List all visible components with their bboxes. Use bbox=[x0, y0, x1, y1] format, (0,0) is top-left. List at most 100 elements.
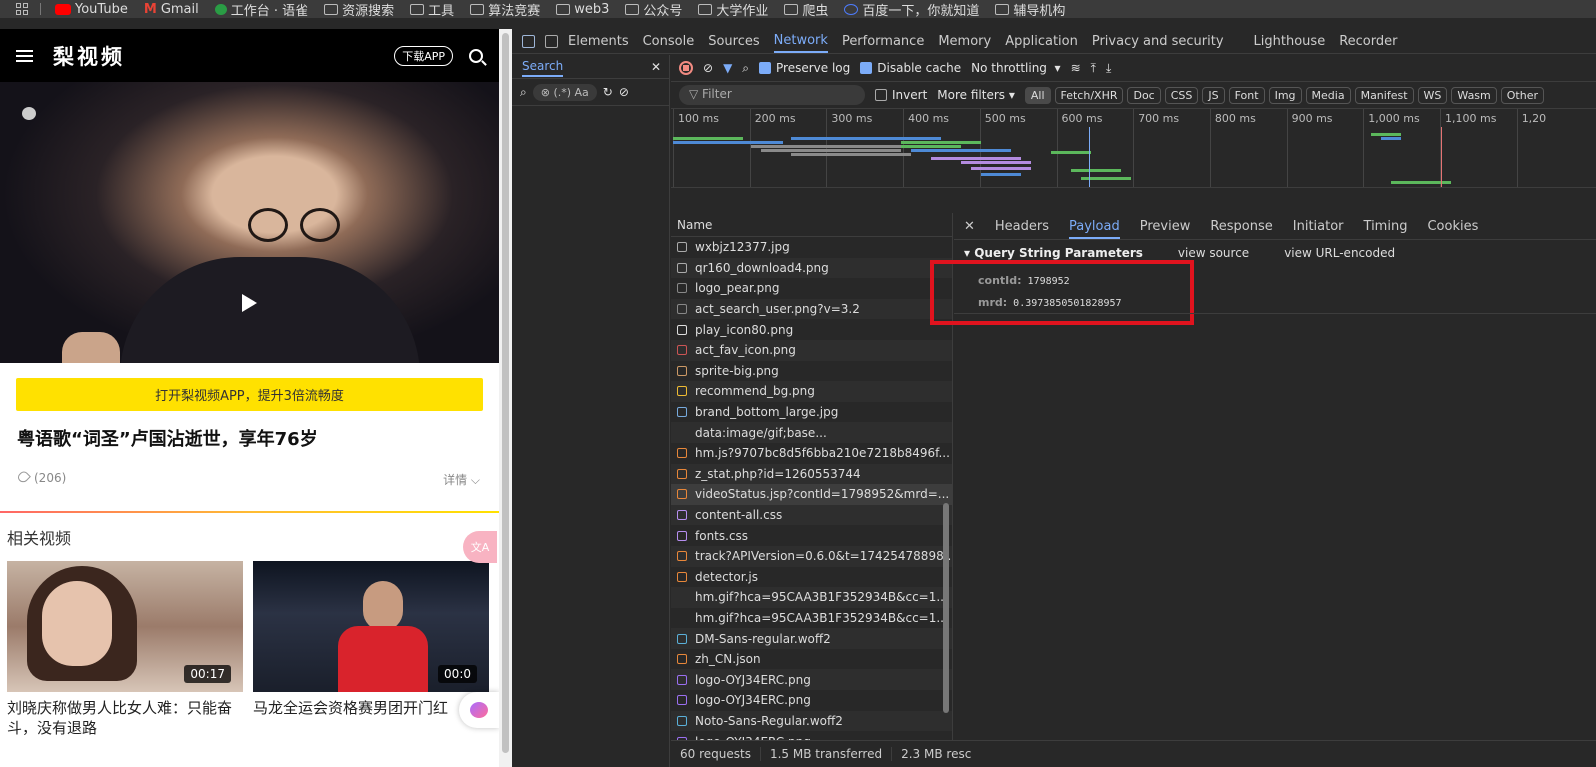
request-row[interactable]: logo_pear.png bbox=[671, 278, 952, 299]
request-row[interactable]: fonts.css bbox=[671, 525, 952, 546]
related-title[interactable]: 刘晓庆称做男人比女人难：只能奋斗，没有退路 bbox=[7, 698, 243, 738]
tab-elements[interactable]: Elements bbox=[568, 34, 629, 49]
play-icon[interactable] bbox=[242, 294, 257, 312]
tab-recorder[interactable]: Recorder bbox=[1339, 34, 1397, 49]
detail-tab-headers[interactable]: Headers bbox=[995, 219, 1049, 234]
view-url-encoded-link[interactable]: view URL-encoded bbox=[1284, 246, 1395, 260]
request-row[interactable]: logo-OYJ34ERC.png bbox=[671, 690, 952, 711]
clear-icon[interactable]: ⊘ bbox=[619, 85, 629, 99]
bookmark-folder[interactable]: web3 bbox=[556, 2, 609, 17]
bookmark-yuque[interactable]: 工作台 · 语雀 bbox=[214, 0, 308, 18]
scrollbar-thumb[interactable] bbox=[943, 503, 949, 713]
filter-icon[interactable]: ▼ bbox=[723, 61, 732, 75]
import-har-icon[interactable]: ⤒ bbox=[1091, 61, 1096, 76]
bookmark-folder[interactable]: 辅导机构 bbox=[995, 0, 1065, 18]
type-filter-manifest[interactable]: Manifest bbox=[1354, 86, 1414, 104]
type-filter-css[interactable]: CSS bbox=[1164, 86, 1199, 104]
menu-icon[interactable] bbox=[16, 49, 33, 62]
bookmark-folder[interactable]: 爬虫 bbox=[784, 0, 828, 18]
network-conditions-icon[interactable]: ≋ bbox=[1071, 61, 1081, 75]
apps-grid-icon[interactable] bbox=[16, 3, 28, 15]
record-icon[interactable] bbox=[679, 61, 693, 75]
tab-memory[interactable]: Memory bbox=[938, 34, 991, 49]
request-row[interactable]: z_stat.php?id=1260553744 bbox=[671, 463, 952, 485]
bookmark-baidu[interactable]: 百度一下，你就知道 bbox=[844, 0, 979, 18]
download-app-button[interactable]: 下载APP bbox=[394, 45, 453, 66]
request-row[interactable]: wxbjz12377.jpg bbox=[671, 237, 952, 258]
translate-float-button[interactable]: 文A bbox=[463, 531, 497, 563]
request-row[interactable]: DM-Sans-regular.woff2 bbox=[671, 628, 952, 649]
view-source-link[interactable]: view source bbox=[1178, 246, 1249, 260]
tab-sources[interactable]: Sources bbox=[708, 34, 759, 49]
request-row[interactable]: content-all.css bbox=[671, 504, 952, 526]
detail-tab-timing[interactable]: Timing bbox=[1364, 219, 1408, 234]
detail-tab-payload[interactable]: Payload bbox=[1069, 214, 1120, 239]
request-row[interactable]: sprite-big.png bbox=[671, 361, 952, 382]
request-row[interactable]: logo-OYJ34ERC.png bbox=[671, 731, 952, 740]
request-row[interactable]: play_icon80.png bbox=[671, 319, 952, 340]
request-row[interactable]: logo-OYJ34ERC.png bbox=[671, 669, 952, 691]
video-player[interactable] bbox=[0, 82, 499, 363]
tab-lighthouse[interactable]: Lighthouse bbox=[1254, 34, 1326, 49]
request-row[interactable]: qr160_download4.png bbox=[671, 257, 952, 279]
disable-cache-checkbox[interactable]: Disable cache bbox=[860, 61, 961, 75]
more-filters-dropdown[interactable]: More filters ▾ bbox=[937, 88, 1015, 102]
request-row[interactable]: track?APIVersion=0.6.0&t=17425478898... bbox=[671, 545, 952, 567]
name-column-header[interactable]: Name bbox=[671, 213, 952, 237]
related-thumbnail[interactable]: 00:0 bbox=[253, 561, 489, 692]
related-card[interactable]: 00:0 马龙全运会资格赛男团开门红 bbox=[253, 561, 489, 738]
search-icon[interactable] bbox=[469, 48, 483, 63]
bookmark-folder[interactable]: 算法竞赛 bbox=[470, 0, 540, 18]
request-row[interactable]: recommend_bg.png bbox=[671, 381, 952, 402]
request-row[interactable]: hm.gif?hca=95CAA3B1F352934B&cc=1... bbox=[671, 608, 952, 629]
request-row[interactable]: brand_bottom_large.jpg bbox=[671, 402, 952, 423]
query-string-title[interactable]: ▾ Query String Parameters bbox=[964, 246, 1143, 260]
detail-tab-cookies[interactable]: Cookies bbox=[1427, 219, 1478, 234]
preserve-log-checkbox[interactable]: Preserve log bbox=[759, 61, 850, 75]
type-filter-doc[interactable]: Doc bbox=[1127, 86, 1161, 104]
open-app-banner[interactable]: 打开梨视频APP，提升3倍流畅度 bbox=[16, 378, 483, 411]
query-string-header[interactable]: ▾ Query String Parameters view source vi… bbox=[964, 246, 1586, 260]
request-row[interactable]: data:image/gif;base... bbox=[671, 422, 952, 443]
type-filter-font[interactable]: Font bbox=[1228, 86, 1265, 104]
request-row[interactable]: hm.gif?hca=95CAA3B1F352934B&cc=1... bbox=[671, 587, 952, 608]
type-filter-ws[interactable]: WS bbox=[1417, 86, 1448, 104]
filter-input[interactable]: ▽ Filter bbox=[679, 85, 865, 105]
device-toolbar-icon[interactable] bbox=[545, 34, 558, 48]
tab-application[interactable]: Application bbox=[1005, 34, 1078, 49]
search-options[interactable]: ⊗ (.*) Aa bbox=[532, 83, 597, 101]
request-row[interactable]: act_search_user.png?v=3.2 bbox=[671, 298, 952, 320]
detail-tab-initiator[interactable]: Initiator bbox=[1293, 219, 1344, 234]
type-filter-other[interactable]: Other bbox=[1500, 86, 1544, 104]
request-row[interactable]: zh_CN.json bbox=[671, 649, 952, 670]
tab-performance[interactable]: Performance bbox=[842, 34, 924, 49]
related-title[interactable]: 马龙全运会资格赛男团开门红 bbox=[253, 698, 489, 718]
type-filter-all[interactable]: All bbox=[1024, 86, 1051, 104]
request-row[interactable]: detector.js bbox=[671, 567, 952, 588]
close-icon[interactable]: ✕ bbox=[651, 60, 661, 74]
clear-log-icon[interactable]: ⊘ bbox=[703, 61, 713, 75]
type-filter-js[interactable]: JS bbox=[1202, 86, 1225, 104]
like-button[interactable]: (206) bbox=[16, 469, 66, 488]
type-filter-fetchxhr[interactable]: Fetch/XHR bbox=[1054, 86, 1124, 104]
tab-privacy[interactable]: Privacy and security bbox=[1092, 34, 1224, 49]
request-row[interactable]: Noto-Sans-Regular.woff2 bbox=[671, 710, 952, 732]
type-filter-media[interactable]: Media bbox=[1305, 86, 1351, 104]
type-filter-wasm[interactable]: Wasm bbox=[1451, 86, 1497, 104]
regex-case-toggle[interactable]: (.*) Aa bbox=[553, 86, 588, 99]
related-thumbnail[interactable]: 00:17 bbox=[7, 561, 243, 692]
site-logo[interactable]: 梨视频 bbox=[53, 41, 394, 71]
request-row[interactable]: act_fav_icon.png bbox=[671, 339, 952, 361]
bookmark-youtube[interactable]: YouTube bbox=[55, 2, 128, 17]
refresh-icon[interactable]: ↻ bbox=[603, 85, 613, 99]
bookmark-folder[interactable]: 大学作业 bbox=[698, 0, 768, 18]
type-filter-img[interactable]: Img bbox=[1268, 86, 1302, 104]
tab-network[interactable]: Network bbox=[773, 29, 828, 53]
throttling-select[interactable]: No throttling ▾ bbox=[971, 61, 1060, 75]
detail-toggle[interactable]: 详情 ⌵ bbox=[443, 471, 480, 488]
timeline-overview[interactable]: 100 ms 200 ms 300 ms 400 ms 500 ms 600 ms 700 … bbox=[671, 109, 1596, 188]
request-row[interactable]: videoStatus.jsp?contId=1798952&mrd=... bbox=[671, 484, 952, 505]
bookmark-folder[interactable]: 工具 bbox=[410, 0, 454, 18]
bookmark-gmail[interactable]: M Gmail bbox=[144, 2, 199, 17]
export-har-icon[interactable]: ⤓ bbox=[1106, 61, 1111, 76]
